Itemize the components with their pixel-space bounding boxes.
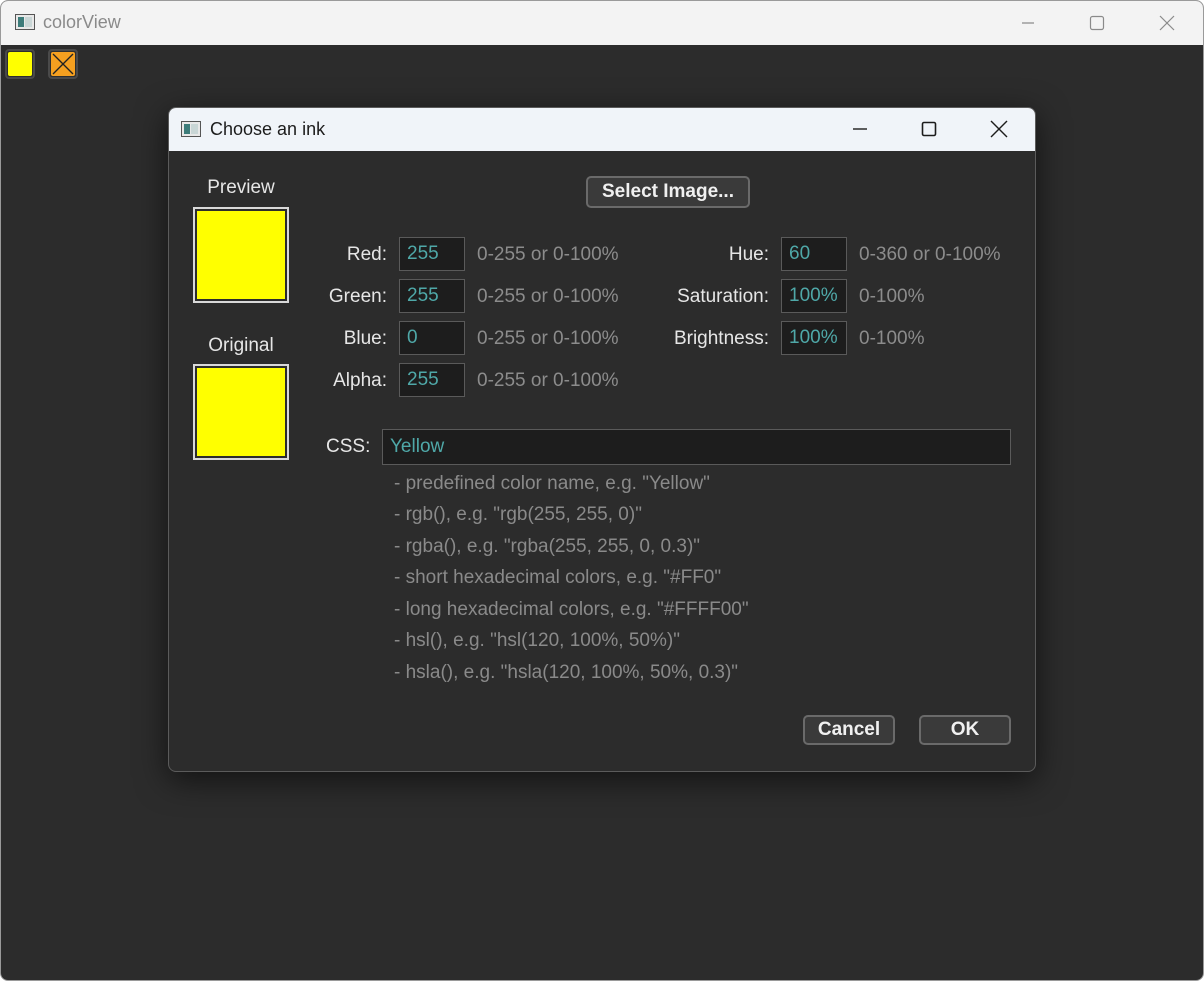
minimize-icon [1022,22,1034,24]
dialog-maximize-button[interactable] [906,113,952,145]
preview-swatch [193,207,289,303]
select-image-button[interactable]: Select Image... [586,176,750,208]
css-help-line: - rgb(), e.g. "rgb(255, 255, 0)" [394,504,642,525]
blue-label: Blue: [343,328,387,349]
hue-hint: 0-360 or 0-100% [859,244,1001,265]
css-help-line: - short hexadecimal colors, e.g. "#FF0" [394,567,722,588]
yellow-color-swatch [8,52,32,76]
original-swatch[interactable] [193,364,289,460]
saturation-hint: 0-100% [859,286,925,307]
hue-input[interactable]: 60 [781,237,847,271]
css-help-line: - long hexadecimal colors, e.g. "#FFFF00… [394,599,749,620]
css-label: CSS: [326,436,371,457]
saturation-label: Saturation: [677,286,769,307]
ok-button[interactable]: OK [919,715,1011,745]
alpha-input[interactable]: 255 [399,363,465,397]
blue-input[interactable]: 0 [399,321,465,355]
dialog-title: Choose an ink [210,119,326,139]
no-ink-swatch[interactable] [48,49,78,79]
css-help-line: - hsl(), e.g. "hsl(120, 100%, 50%)" [394,630,680,651]
close-icon [1159,15,1175,31]
close-button[interactable] [1144,7,1190,39]
app-window-icon [15,14,35,30]
preview-label: Preview [207,177,275,198]
brightness-hint: 0-100% [859,328,925,349]
saturation-input[interactable]: 100% [781,279,847,313]
dialog-close-button[interactable] [976,113,1022,145]
maximize-button[interactable] [1074,7,1120,39]
minimize-button[interactable] [1005,7,1051,39]
crossed-swatch-icon [51,52,75,76]
maximize-icon [921,121,937,137]
css-help-line: - hsla(), e.g. "hsla(120, 100%, 50%, 0.3… [394,662,739,683]
dialog-minimize-button[interactable] [837,113,883,145]
hue-label: Hue: [728,244,769,265]
red-label: Red: [346,244,387,265]
close-icon [990,120,1008,138]
css-help-line: - rgba(), e.g. "rgba(255, 255, 0, 0.3)" [394,536,701,557]
preview-color [197,211,285,299]
choose-ink-dialog: Choose an ink Preview Original Select Im… [168,107,1036,772]
red-hint: 0-255 or 0-100% [477,244,619,265]
red-input[interactable]: 255 [399,237,465,271]
maximize-icon [1089,15,1105,31]
main-titlebar[interactable]: colorView [1,1,1203,45]
css-help-line: - predefined color name, e.g. "Yellow" [394,473,710,494]
dialog-titlebar[interactable]: Choose an ink [169,108,1035,151]
blue-hint: 0-255 or 0-100% [477,328,619,349]
green-label: Green: [328,286,387,307]
brightness-label: Brightness: [673,328,769,349]
brightness-input[interactable]: 100% [781,321,847,355]
main-window: colorView Choose an ink Preview Original… [0,0,1204,981]
dialog-app-icon [181,121,201,137]
green-input[interactable]: 255 [399,279,465,313]
window-title: colorView [43,12,121,32]
original-color [197,368,285,456]
minimize-icon [853,128,867,130]
alpha-label: Alpha: [333,370,387,391]
alpha-hint: 0-255 or 0-100% [477,370,619,391]
green-hint: 0-255 or 0-100% [477,286,619,307]
css-input[interactable]: Yellow [382,429,1011,465]
current-ink-swatch[interactable] [5,49,35,79]
cancel-button[interactable]: Cancel [803,715,895,745]
